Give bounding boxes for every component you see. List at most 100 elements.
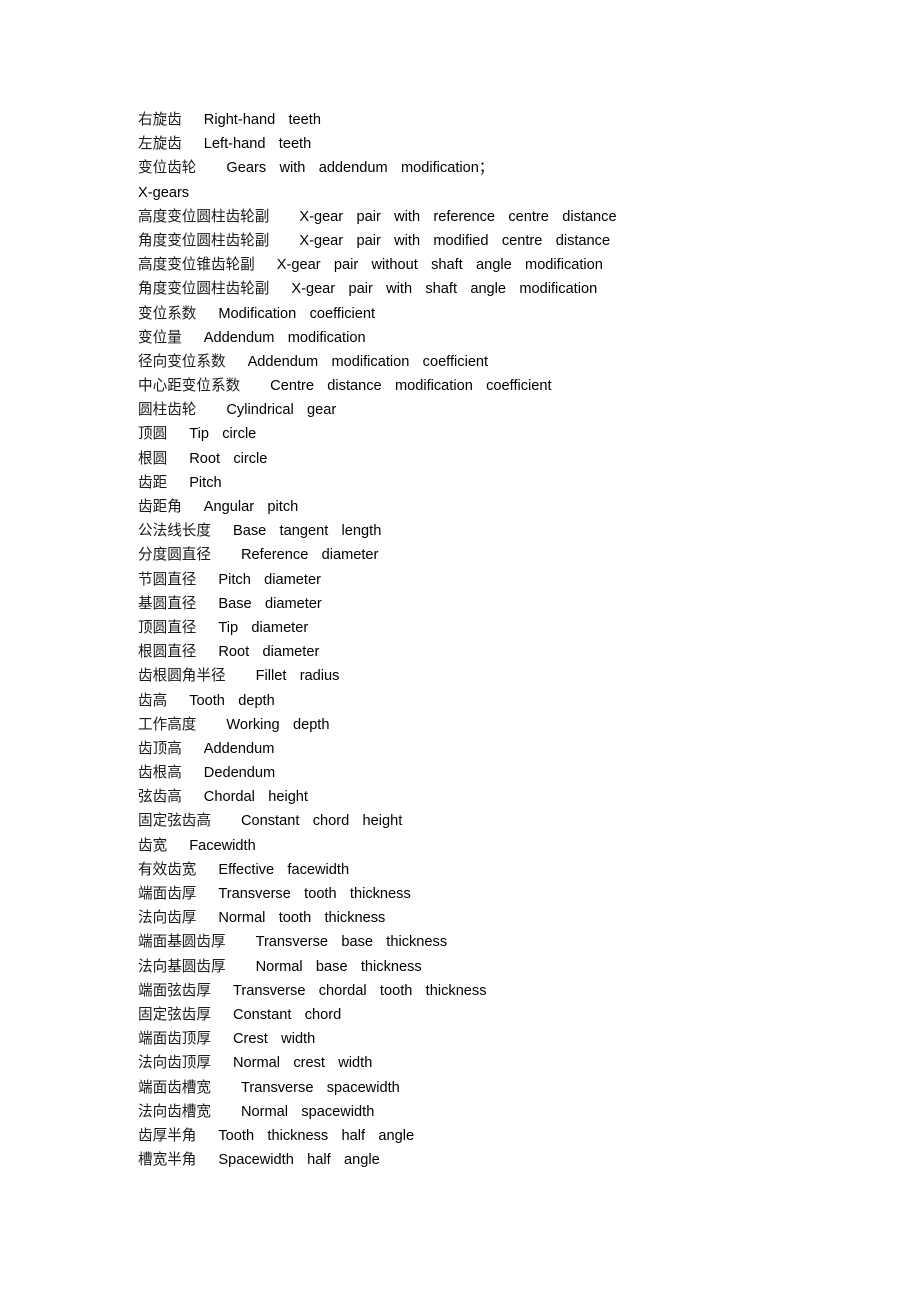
term-chinese: 有效齿宽 xyxy=(138,860,197,878)
term-chinese: 右旋齿 xyxy=(138,111,182,128)
term-english: Right-hand teeth xyxy=(203,112,321,128)
term-english: X-gear pair with shaft angle modificatio… xyxy=(291,281,598,298)
term-english: Root circle xyxy=(189,450,268,467)
glossary-entry: 端面弦齿厚 Transverse chordal tooth thickness xyxy=(138,979,878,1003)
glossary-entry: 工作高度 Working depth xyxy=(138,713,878,737)
glossary-entry: 变位齿轮 Gears with addendum modification； xyxy=(138,156,878,180)
glossary-entry: 法向齿厚 Normal tooth thickness xyxy=(138,906,878,930)
glossary-entry: 顶圆直径 Tip diameter xyxy=(138,616,878,640)
term-chinese: 齿顶高 xyxy=(138,739,182,757)
term-english: Addendum modification coefficient xyxy=(247,353,489,370)
glossary-entry: 端面基圆齿厚 Transverse base thickness xyxy=(138,930,878,954)
term-english: Addendum xyxy=(203,740,275,757)
term-english: Transverse base thickness xyxy=(255,934,448,951)
glossary-entry: 角度变位圆柱齿轮副 X-gear pair with shaft angle mo… xyxy=(138,277,878,301)
term-english: Pitch xyxy=(189,474,222,491)
glossary-entry: 端面齿顶厚 Crest width xyxy=(138,1027,878,1051)
term-chinese: 齿宽 xyxy=(138,836,168,854)
term-chinese: 左旋齿 xyxy=(138,135,182,153)
term-english: Normal spacewidth xyxy=(240,1103,375,1120)
term-english: Dedendum xyxy=(203,765,276,782)
glossary-entry: 变位量 Addendum modification xyxy=(138,326,878,350)
glossary-entry: 端面齿槽宽 Transverse spacewidth xyxy=(138,1076,878,1100)
term-english: Left-hand teeth xyxy=(203,136,312,153)
glossary-entry: 根圆 Root circle xyxy=(138,447,878,471)
glossary-entry: 固定弦齿高 Constant chord height xyxy=(138,809,878,833)
term-chinese: 固定弦齿厚 xyxy=(138,1005,211,1023)
glossary-entry: 法向齿槽宽 Normal spacewidth xyxy=(138,1100,878,1124)
glossary-entry: 法向基圆齿厚 Normal base thickness xyxy=(138,955,878,979)
term-english: Facewidth xyxy=(189,837,256,854)
term-chinese: 端面基圆齿厚 xyxy=(138,933,226,951)
term-english: Transverse chordal tooth thickness xyxy=(232,982,487,999)
term-chinese: 端面齿顶厚 xyxy=(138,1030,211,1048)
term-chinese: 角度变位圆柱齿轮副 xyxy=(138,280,270,298)
term-chinese: 端面齿槽宽 xyxy=(138,1078,211,1096)
term-chinese: 固定弦齿高 xyxy=(138,812,211,830)
term-english: Transverse tooth thickness xyxy=(218,886,411,902)
glossary-entry: X-gears xyxy=(138,181,878,205)
glossary-entry: 高度变位锥齿轮副 X-gear pair without shaft angle … xyxy=(138,253,878,277)
term-chinese: 根圆 xyxy=(138,449,168,467)
glossary-entry: 节圆直径 Pitch diameter xyxy=(138,568,878,592)
term-english: Pitch diameter xyxy=(218,571,321,588)
term-english: Cylindrical gear xyxy=(226,402,337,419)
term-chinese: 基圆直径 xyxy=(138,594,197,612)
term-chinese: 变位系数 xyxy=(138,304,197,322)
glossary-entry: 高度变位圆柱齿轮副 X-gear pair with reference cent… xyxy=(138,205,878,229)
term-chinese: 变位齿轮 xyxy=(138,159,197,177)
term-english: Tip diameter xyxy=(218,619,309,636)
term-english: Base diameter xyxy=(218,595,322,612)
term-chinese: 端面弦齿厚 xyxy=(138,981,211,999)
term-chinese: 径向变位系数 xyxy=(138,352,226,370)
glossary-entry: 齿高 Tooth depth xyxy=(138,689,878,713)
term-chinese: 齿根高 xyxy=(138,764,182,782)
term-english: Reference diameter xyxy=(240,547,379,564)
term-english: Modification coefficient xyxy=(218,305,376,322)
glossary-entry: 齿距角 Angular pitch xyxy=(138,495,878,519)
term-english: Angular pitch xyxy=(203,499,299,515)
glossary-entry: 弦齿高 Chordal height xyxy=(138,785,878,809)
term-english: Transverse spacewidth xyxy=(240,1079,400,1096)
glossary-entry: 有效齿宽 Effective facewidth xyxy=(138,858,878,882)
term-chinese: 齿根圆角半径 xyxy=(138,667,226,685)
term-english: Crest width xyxy=(232,1031,316,1048)
term-chinese: 齿距 xyxy=(138,473,168,491)
term-english: Root diameter xyxy=(218,644,320,661)
term-english: Tooth thickness half angle xyxy=(218,1127,415,1144)
term-chinese: 节圆直径 xyxy=(138,570,197,588)
glossary-entry: 中心距变位系数 Centre distance modification coef… xyxy=(138,374,878,398)
term-chinese: 高度变位锥齿轮副 xyxy=(138,256,255,274)
term-english: Gears with addendum modification； xyxy=(226,160,494,177)
term-english: Normal crest width xyxy=(232,1055,373,1072)
glossary-entry: 基圆直径 Base diameter xyxy=(138,592,878,616)
term-english: Centre distance modification coefficient xyxy=(270,378,552,395)
term-chinese: 中心距变位系数 xyxy=(138,377,241,395)
term-english: Constant chord xyxy=(232,1006,342,1023)
term-chinese: 根圆直径 xyxy=(138,643,197,661)
term-chinese: 分度圆直径 xyxy=(138,546,211,564)
glossary-entry: 公法线长度 Base tangent length xyxy=(138,519,878,543)
term-chinese: 法向基圆齿厚 xyxy=(138,957,226,975)
term-english: X-gear pair with reference centre distan… xyxy=(299,208,617,225)
glossary-entry: 径向变位系数 Addendum modification coefficient xyxy=(138,350,878,374)
term-english: Effective facewidth xyxy=(218,861,350,878)
term-chinese: 弦齿高 xyxy=(138,788,182,806)
glossary-entry: 右旋齿 Right-hand teeth xyxy=(138,108,878,132)
term-english: Normal tooth thickness xyxy=(218,910,386,927)
glossary-entry: 齿厚半角 Tooth thickness half angle xyxy=(138,1124,878,1148)
term-chinese: 顶圆直径 xyxy=(138,618,197,636)
glossary-entry: 齿宽 Facewidth xyxy=(138,834,878,858)
term-english: Chordal height xyxy=(203,789,308,806)
term-english: X-gear pair with modified centre distanc… xyxy=(299,232,611,249)
term-chinese: 公法线长度 xyxy=(138,522,211,540)
term-chinese: 顶圆 xyxy=(138,425,168,443)
term-chinese: 圆柱齿轮 xyxy=(138,401,197,419)
glossary-entry: 法向齿顶厚 Normal crest width xyxy=(138,1051,878,1075)
term-english: X-gear pair without shaft angle modifica… xyxy=(276,257,603,274)
glossary-entry: 端面齿厚 Transverse tooth thickness xyxy=(138,882,878,906)
term-chinese: 端面齿厚 xyxy=(138,885,197,902)
glossary-entry: 固定弦齿厚 Constant chord xyxy=(138,1003,878,1027)
term-english: Base tangent length xyxy=(232,523,382,540)
term-chinese: 工作高度 xyxy=(138,715,197,733)
